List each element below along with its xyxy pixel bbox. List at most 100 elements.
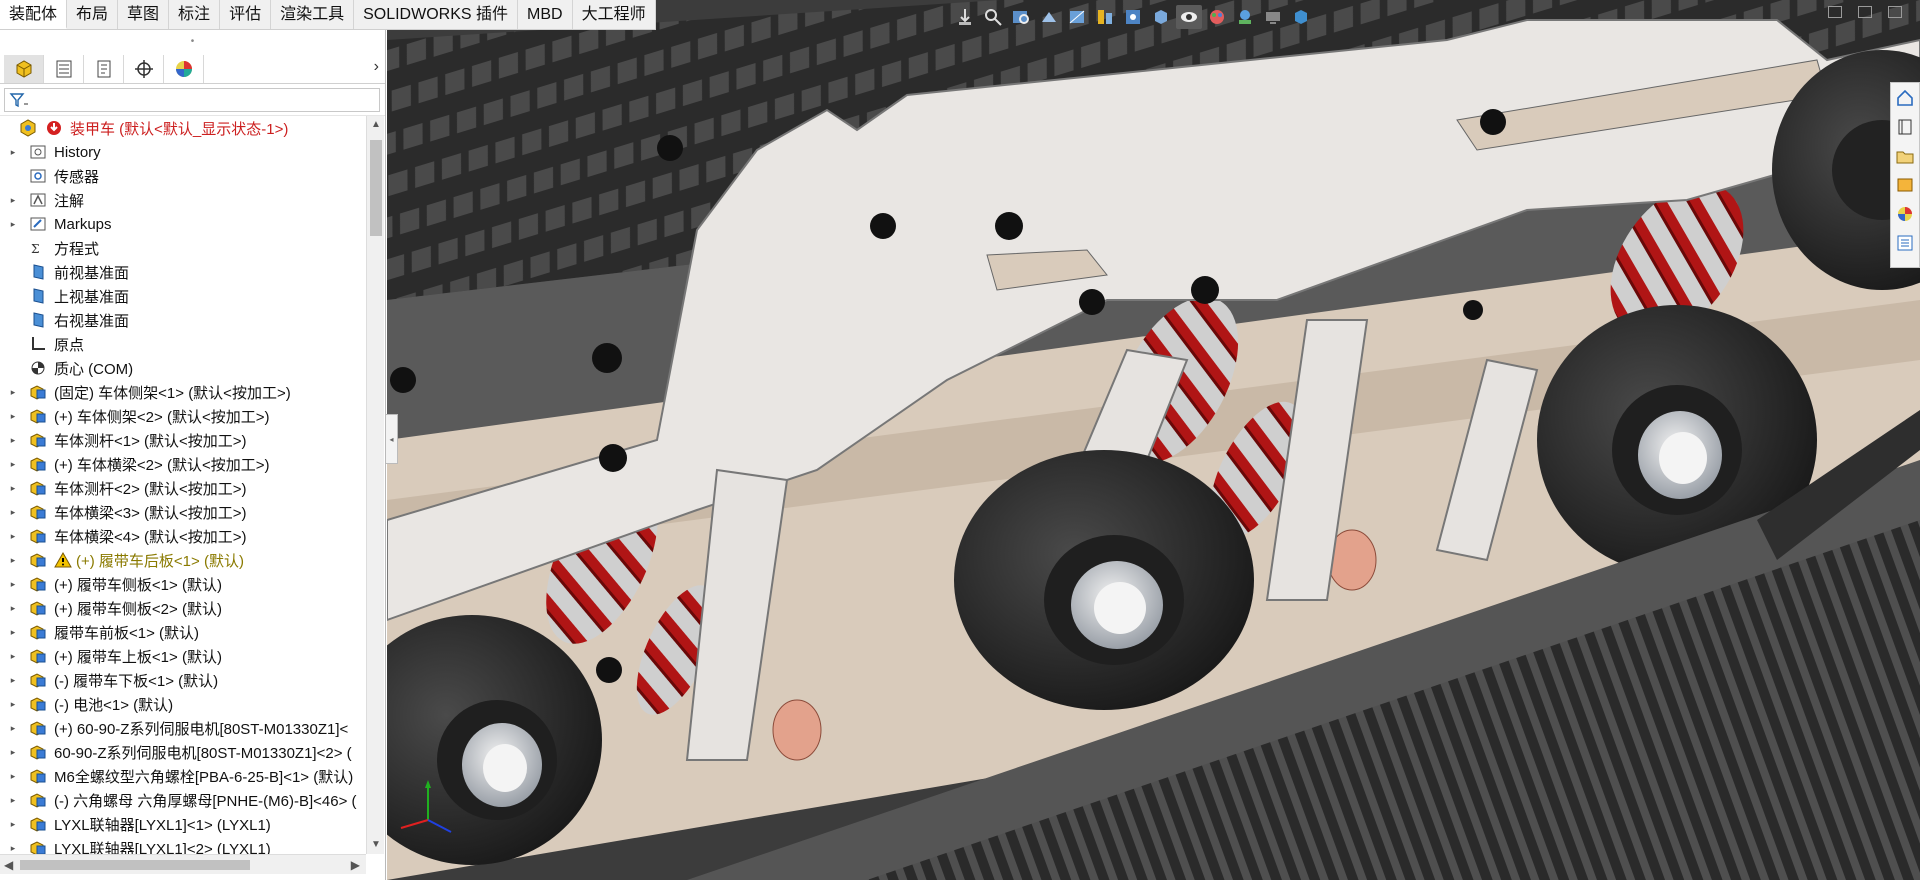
file-explorer-icon[interactable]: [1894, 145, 1916, 167]
tree-expand-icon[interactable]: ▸: [8, 387, 18, 398]
featuremanager-icon[interactable]: [4, 54, 44, 83]
tree-item[interactable]: ▸ 车体横梁<3> (默认<按加工>): [0, 500, 366, 524]
tree-expand-icon[interactable]: ▸: [8, 771, 18, 782]
displaymanager-icon[interactable]: [164, 54, 204, 83]
tree-item[interactable]: 传感器: [0, 164, 366, 188]
tree-expand-icon[interactable]: ▸: [8, 219, 18, 230]
panel-expand-arrow[interactable]: ›: [374, 58, 379, 76]
scroll-right-icon[interactable]: ▶: [351, 855, 360, 875]
tree-expand-icon[interactable]: ▸: [8, 507, 18, 518]
tree-expand-icon[interactable]: ▸: [8, 483, 18, 494]
tree-horizontal-scrollbar[interactable]: ◀ ▶: [0, 854, 366, 874]
zoom-area-icon[interactable]: [1008, 5, 1034, 29]
tree-filter-input[interactable]: [4, 88, 380, 112]
tree-item[interactable]: ▸ 车体测杆<2> (默认<按加工>): [0, 476, 366, 500]
tree-item[interactable]: ▸ (+) 车体侧架<2> (默认<按加工>): [0, 404, 366, 428]
tree-item[interactable]: ▸ (+) 车体横梁<2> (默认<按加工>): [0, 452, 366, 476]
propertymanager-icon[interactable]: [44, 54, 84, 83]
tab-command-4[interactable]: 评估: [220, 0, 272, 29]
tree-item[interactable]: 原点: [0, 332, 366, 356]
tree-item[interactable]: 上视基准面: [0, 284, 366, 308]
tree-item[interactable]: ▸ LYXL联轴器[LYXL1]<1> (LYXL1): [0, 812, 366, 836]
tab-command-2[interactable]: 草图: [118, 0, 170, 29]
tree-expand-icon[interactable]: ▸: [8, 747, 18, 758]
tree-item[interactable]: ▸ (+) 履带车侧板<2> (默认): [0, 596, 366, 620]
tile-window-icon[interactable]: [1828, 6, 1842, 18]
tree-expand-icon[interactable]: ▸: [8, 459, 18, 470]
restore-window-icon[interactable]: [1858, 6, 1872, 18]
tree-expand-icon[interactable]: ▸: [8, 651, 18, 662]
tree-item[interactable]: ▸ (+) 履带车侧板<1> (默认): [0, 572, 366, 596]
tree-expand-icon[interactable]: ▸: [8, 555, 18, 566]
tree-expand-icon[interactable]: ▸: [8, 603, 18, 614]
tree-expand-icon[interactable]: ▸: [8, 843, 18, 854]
panel-collapse-handle[interactable]: ◂: [386, 414, 398, 464]
panel-grip[interactable]: •: [0, 30, 385, 54]
tree-expand-icon[interactable]: ▸: [8, 579, 18, 590]
tree-expand-icon[interactable]: ▸: [8, 699, 18, 710]
tree-item[interactable]: ▸ (+) 履带车上板<1> (默认): [0, 644, 366, 668]
configurationmanager-icon[interactable]: [84, 54, 124, 83]
tree-expand-icon[interactable]: ▸: [8, 435, 18, 446]
tab-command-1[interactable]: 布局: [67, 0, 119, 29]
view-orientation-icon[interactable]: [952, 5, 978, 29]
tree-item[interactable]: 右视基准面: [0, 308, 366, 332]
tree-item[interactable]: ▸ (-) 电池<1> (默认): [0, 692, 366, 716]
scroll-up-icon[interactable]: ▲: [367, 116, 385, 134]
tab-command-0[interactable]: 装配体: [0, 0, 68, 29]
home-icon[interactable]: [1894, 87, 1916, 109]
apply-scene-icon[interactable]: [1232, 5, 1258, 29]
scroll-left-icon[interactable]: ◀: [4, 855, 13, 875]
design-library-icon[interactable]: [1894, 116, 1916, 138]
tree-item[interactable]: ▸ (固定) 车体侧架<1> (默认<按加工>): [0, 380, 366, 404]
view-settings-icon-2[interactable]: [1260, 5, 1286, 29]
scroll-thumb-horizontal[interactable]: [20, 860, 250, 870]
tree-item[interactable]: ▸ 注解: [0, 188, 366, 212]
dimxpertmanager-icon[interactable]: [124, 54, 164, 83]
tree-item[interactable]: ▸ 车体横梁<4> (默认<按加工>): [0, 524, 366, 548]
tree-item[interactable]: ▸ M6全螺纹型六角螺栓[PBA-6-25-B]<1> (默认): [0, 764, 366, 788]
tree-expand-icon[interactable]: ▸: [8, 675, 18, 686]
model-view[interactable]: [387, 0, 1920, 880]
tree-item[interactable]: ▸ 车体测杆<1> (默认<按加工>): [0, 428, 366, 452]
display-style-icon[interactable]: [1148, 5, 1174, 29]
custom-properties-icon[interactable]: [1894, 232, 1916, 254]
tree-expand-icon[interactable]: ▸: [8, 627, 18, 638]
tree-item[interactable]: Σ 方程式: [0, 236, 366, 260]
tree-item[interactable]: ▸ 履带车前板<1> (默认): [0, 620, 366, 644]
tree-item[interactable]: ▸ History: [0, 140, 366, 164]
tree-expand-icon[interactable]: ▸: [8, 411, 18, 422]
tree-expand-icon[interactable]: ▸: [8, 147, 18, 158]
hide-show-icon[interactable]: [1176, 5, 1202, 29]
tree-expand-icon[interactable]: ▸: [8, 531, 18, 542]
dynamic-annotation-icon[interactable]: [1092, 5, 1118, 29]
display-pane-icon[interactable]: [1288, 5, 1314, 29]
view-settings-icon[interactable]: [1120, 5, 1146, 29]
tree-item[interactable]: 前视基准面: [0, 260, 366, 284]
tree-root-assembly[interactable]: 装甲车 (默认<默认_显示状态-1>): [0, 116, 366, 140]
tree-item[interactable]: ▸ (+) 履带车后板<1> (默认): [0, 548, 366, 572]
edit-appearance-icon[interactable]: [1204, 5, 1230, 29]
tree-expand-icon[interactable]: ▸: [8, 723, 18, 734]
tab-command-8[interactable]: 大工程师: [573, 0, 656, 29]
scroll-down-icon[interactable]: ▼: [367, 836, 385, 854]
graphics-area[interactable]: [387, 0, 1920, 880]
tab-command-6[interactable]: SOLIDWORKS 插件: [354, 0, 519, 29]
tree-item[interactable]: ▸ 60-90-Z系列伺服电机[80ST-M01330Z1]<2> (: [0, 740, 366, 764]
tree-item[interactable]: ▸ (-) 履带车下板<1> (默认): [0, 668, 366, 692]
previous-view-icon[interactable]: [1036, 5, 1062, 29]
tree-item[interactable]: ▸ Markups: [0, 212, 366, 236]
zoom-to-fit-icon[interactable]: [980, 5, 1006, 29]
view-palette-icon[interactable]: [1894, 174, 1916, 196]
appearances-icon[interactable]: [1894, 203, 1916, 225]
section-view-icon[interactable]: [1064, 5, 1090, 29]
tree-expand-icon[interactable]: ▸: [8, 195, 18, 206]
tree-item[interactable]: 质心 (COM): [0, 356, 366, 380]
maximize-window-icon[interactable]: [1888, 6, 1902, 18]
tab-command-3[interactable]: 标注: [169, 0, 221, 29]
tab-command-5[interactable]: 渲染工具: [271, 0, 355, 29]
tree-expand-icon[interactable]: ▸: [8, 819, 18, 830]
tree-item[interactable]: ▸ (+) 60-90-Z系列伺服电机[80ST-M01330Z1]<: [0, 716, 366, 740]
tree-item[interactable]: ▸ LYXL联轴器[LYXL1]<2> (LYXL1): [0, 836, 366, 854]
tree-vertical-scrollbar[interactable]: ▲ ▼: [366, 116, 384, 854]
